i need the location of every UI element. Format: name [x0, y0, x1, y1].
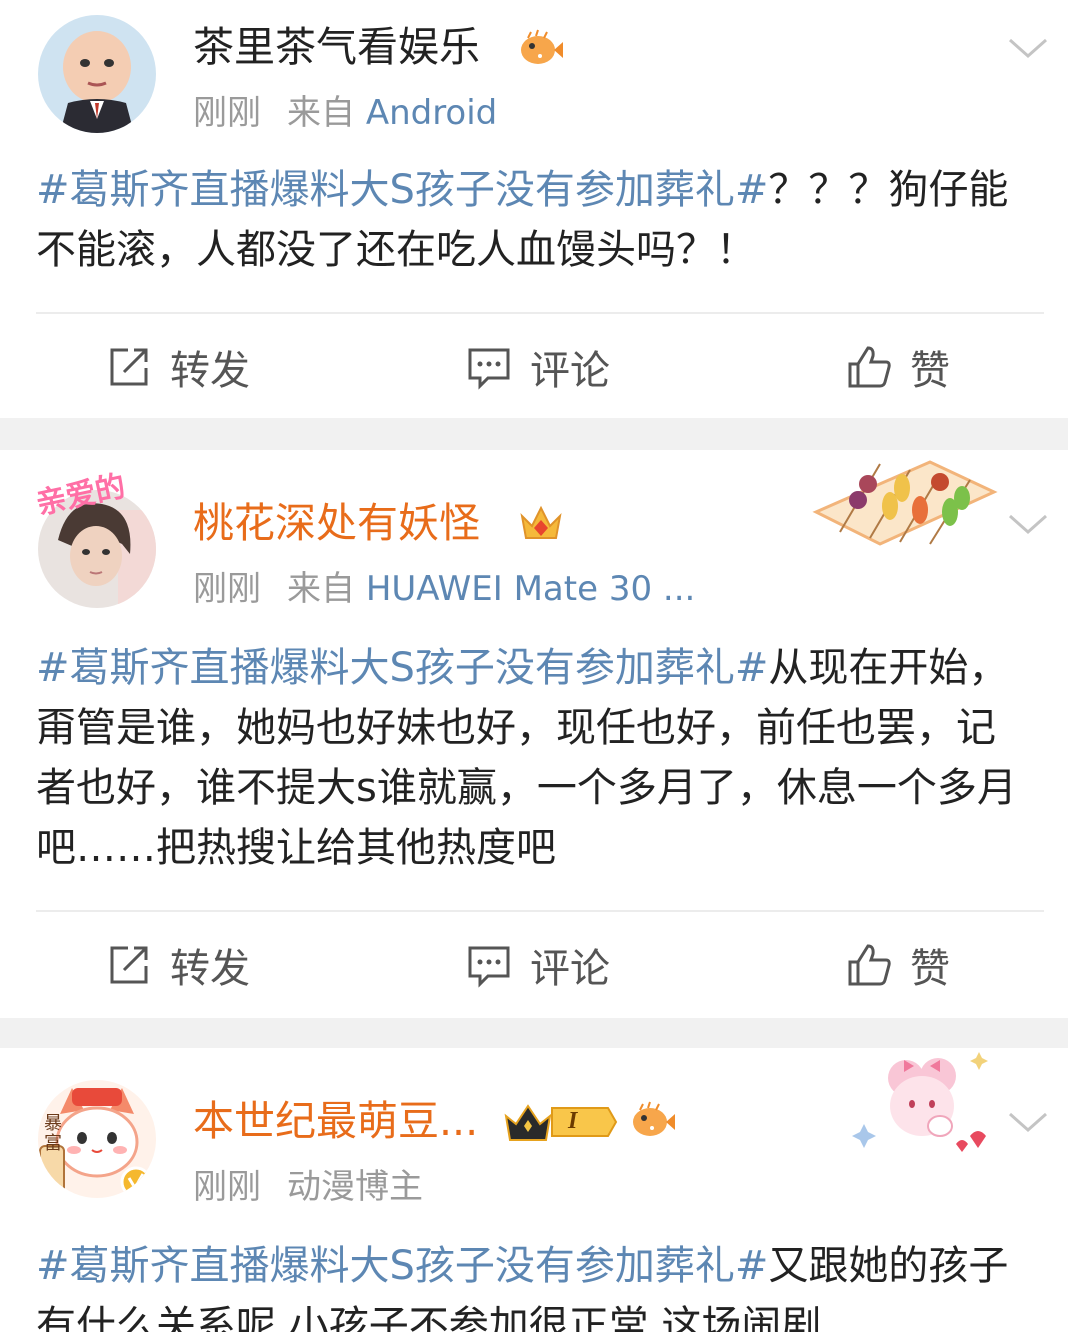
- level-label: I: [568, 1108, 578, 1134]
- divider: [36, 910, 1044, 912]
- repost-button[interactable]: 转发: [106, 930, 250, 1000]
- post-time: 刚刚: [193, 1167, 261, 1207]
- avatar-tag-text: 暴富: [44, 1113, 62, 1154]
- source-prefix: 来自: [287, 93, 355, 133]
- username[interactable]: 本世纪最萌豆...: [193, 1096, 478, 1146]
- post-meta: 刚刚 来自 Android: [193, 92, 497, 134]
- weibo-feed: 茶里茶气看娱乐 刚刚 来自 Android #葛斯齐直播爆料大S孩子没有参加葬礼#…: [0, 0, 1068, 1332]
- post-meta: 刚刚 来自 HUAWEI Mate 30 ...: [193, 568, 695, 610]
- share-icon: [110, 348, 148, 386]
- post-time: 刚刚: [193, 93, 261, 133]
- post-card[interactable]: 暴富 本世纪最萌豆... I 刚刚 动漫博主 #葛斯齐直播爆料大S孩子没有参加葬…: [0, 1048, 1068, 1332]
- post-content[interactable]: #葛斯齐直播爆料大S孩子没有参加葬礼#又跟她的孩子有什么关系呢 小孩子不参加很正…: [36, 1236, 1026, 1332]
- comment-icon: [468, 348, 510, 390]
- like-button[interactable]: 赞: [846, 332, 950, 402]
- comment-label: 评论: [530, 946, 610, 992]
- comment-label: 评论: [530, 348, 610, 394]
- post-card[interactable]: 茶里茶气看娱乐 刚刚 来自 Android #葛斯齐直播爆料大S孩子没有参加葬礼#…: [0, 0, 1068, 418]
- post-card[interactable]: 亲爱的 桃花深处有妖怪 刚刚 来自 HUAWEI Mate 30 ... #葛斯…: [0, 450, 1068, 1018]
- repost-button[interactable]: 转发: [106, 332, 250, 402]
- skewers-decoration-icon: [812, 460, 998, 546]
- chevron-down-icon[interactable]: [1006, 34, 1050, 62]
- thumbs-up-icon: [848, 944, 891, 986]
- like-label: 赞: [910, 946, 950, 992]
- post-content[interactable]: #葛斯齐直播爆料大S孩子没有参加葬礼#？？？狗仔能不能滚，人都没了还在吃人血馒头…: [36, 160, 1026, 280]
- like-button[interactable]: 赞: [846, 930, 950, 1000]
- avatar[interactable]: [38, 15, 156, 133]
- post-meta: 刚刚 动漫博主: [193, 1166, 423, 1208]
- comment-button[interactable]: 评论: [466, 930, 610, 1000]
- repost-label: 转发: [170, 946, 250, 992]
- hashtag-link[interactable]: #葛斯齐直播爆料大S孩子没有参加葬礼#: [36, 1243, 768, 1289]
- post-time: 刚刚: [193, 569, 261, 609]
- post-source[interactable]: HUAWEI Mate 30 ...: [366, 569, 696, 609]
- crown-badge-icon: [518, 502, 564, 548]
- comment-button[interactable]: 评论: [466, 332, 610, 402]
- pufferfish-badge-icon: [518, 28, 564, 72]
- crown-level-badge-icon: [504, 1100, 620, 1148]
- thumbs-up-icon: [848, 346, 891, 388]
- repost-label: 转发: [170, 348, 250, 394]
- like-label: 赞: [910, 348, 950, 394]
- user-tag: 动漫博主: [287, 1167, 423, 1207]
- comment-icon: [468, 946, 510, 988]
- divider: [36, 312, 1044, 314]
- username[interactable]: 茶里茶气看娱乐: [193, 22, 480, 72]
- share-icon: [110, 946, 148, 984]
- post-content[interactable]: #葛斯齐直播爆料大S孩子没有参加葬礼#从现在开始，甭管是谁，她妈也好妹也好，现任…: [36, 638, 1026, 878]
- chevron-down-icon[interactable]: [1006, 510, 1050, 538]
- hashtag-link[interactable]: #葛斯齐直播爆料大S孩子没有参加葬礼#: [36, 645, 768, 691]
- action-bar: 转发 评论 赞: [0, 332, 1068, 402]
- action-bar: 转发 评论 赞: [0, 930, 1068, 1000]
- post-source[interactable]: Android: [366, 93, 497, 133]
- hashtag-link[interactable]: #葛斯齐直播爆料大S孩子没有参加葬礼#: [36, 167, 768, 213]
- bunny-girl-sticker-icon: [852, 1052, 988, 1152]
- username[interactable]: 桃花深处有妖怪: [193, 498, 480, 548]
- chevron-down-icon[interactable]: [1006, 1108, 1050, 1136]
- pufferfish-badge-icon: [630, 1100, 676, 1144]
- source-prefix: 来自: [287, 569, 355, 609]
